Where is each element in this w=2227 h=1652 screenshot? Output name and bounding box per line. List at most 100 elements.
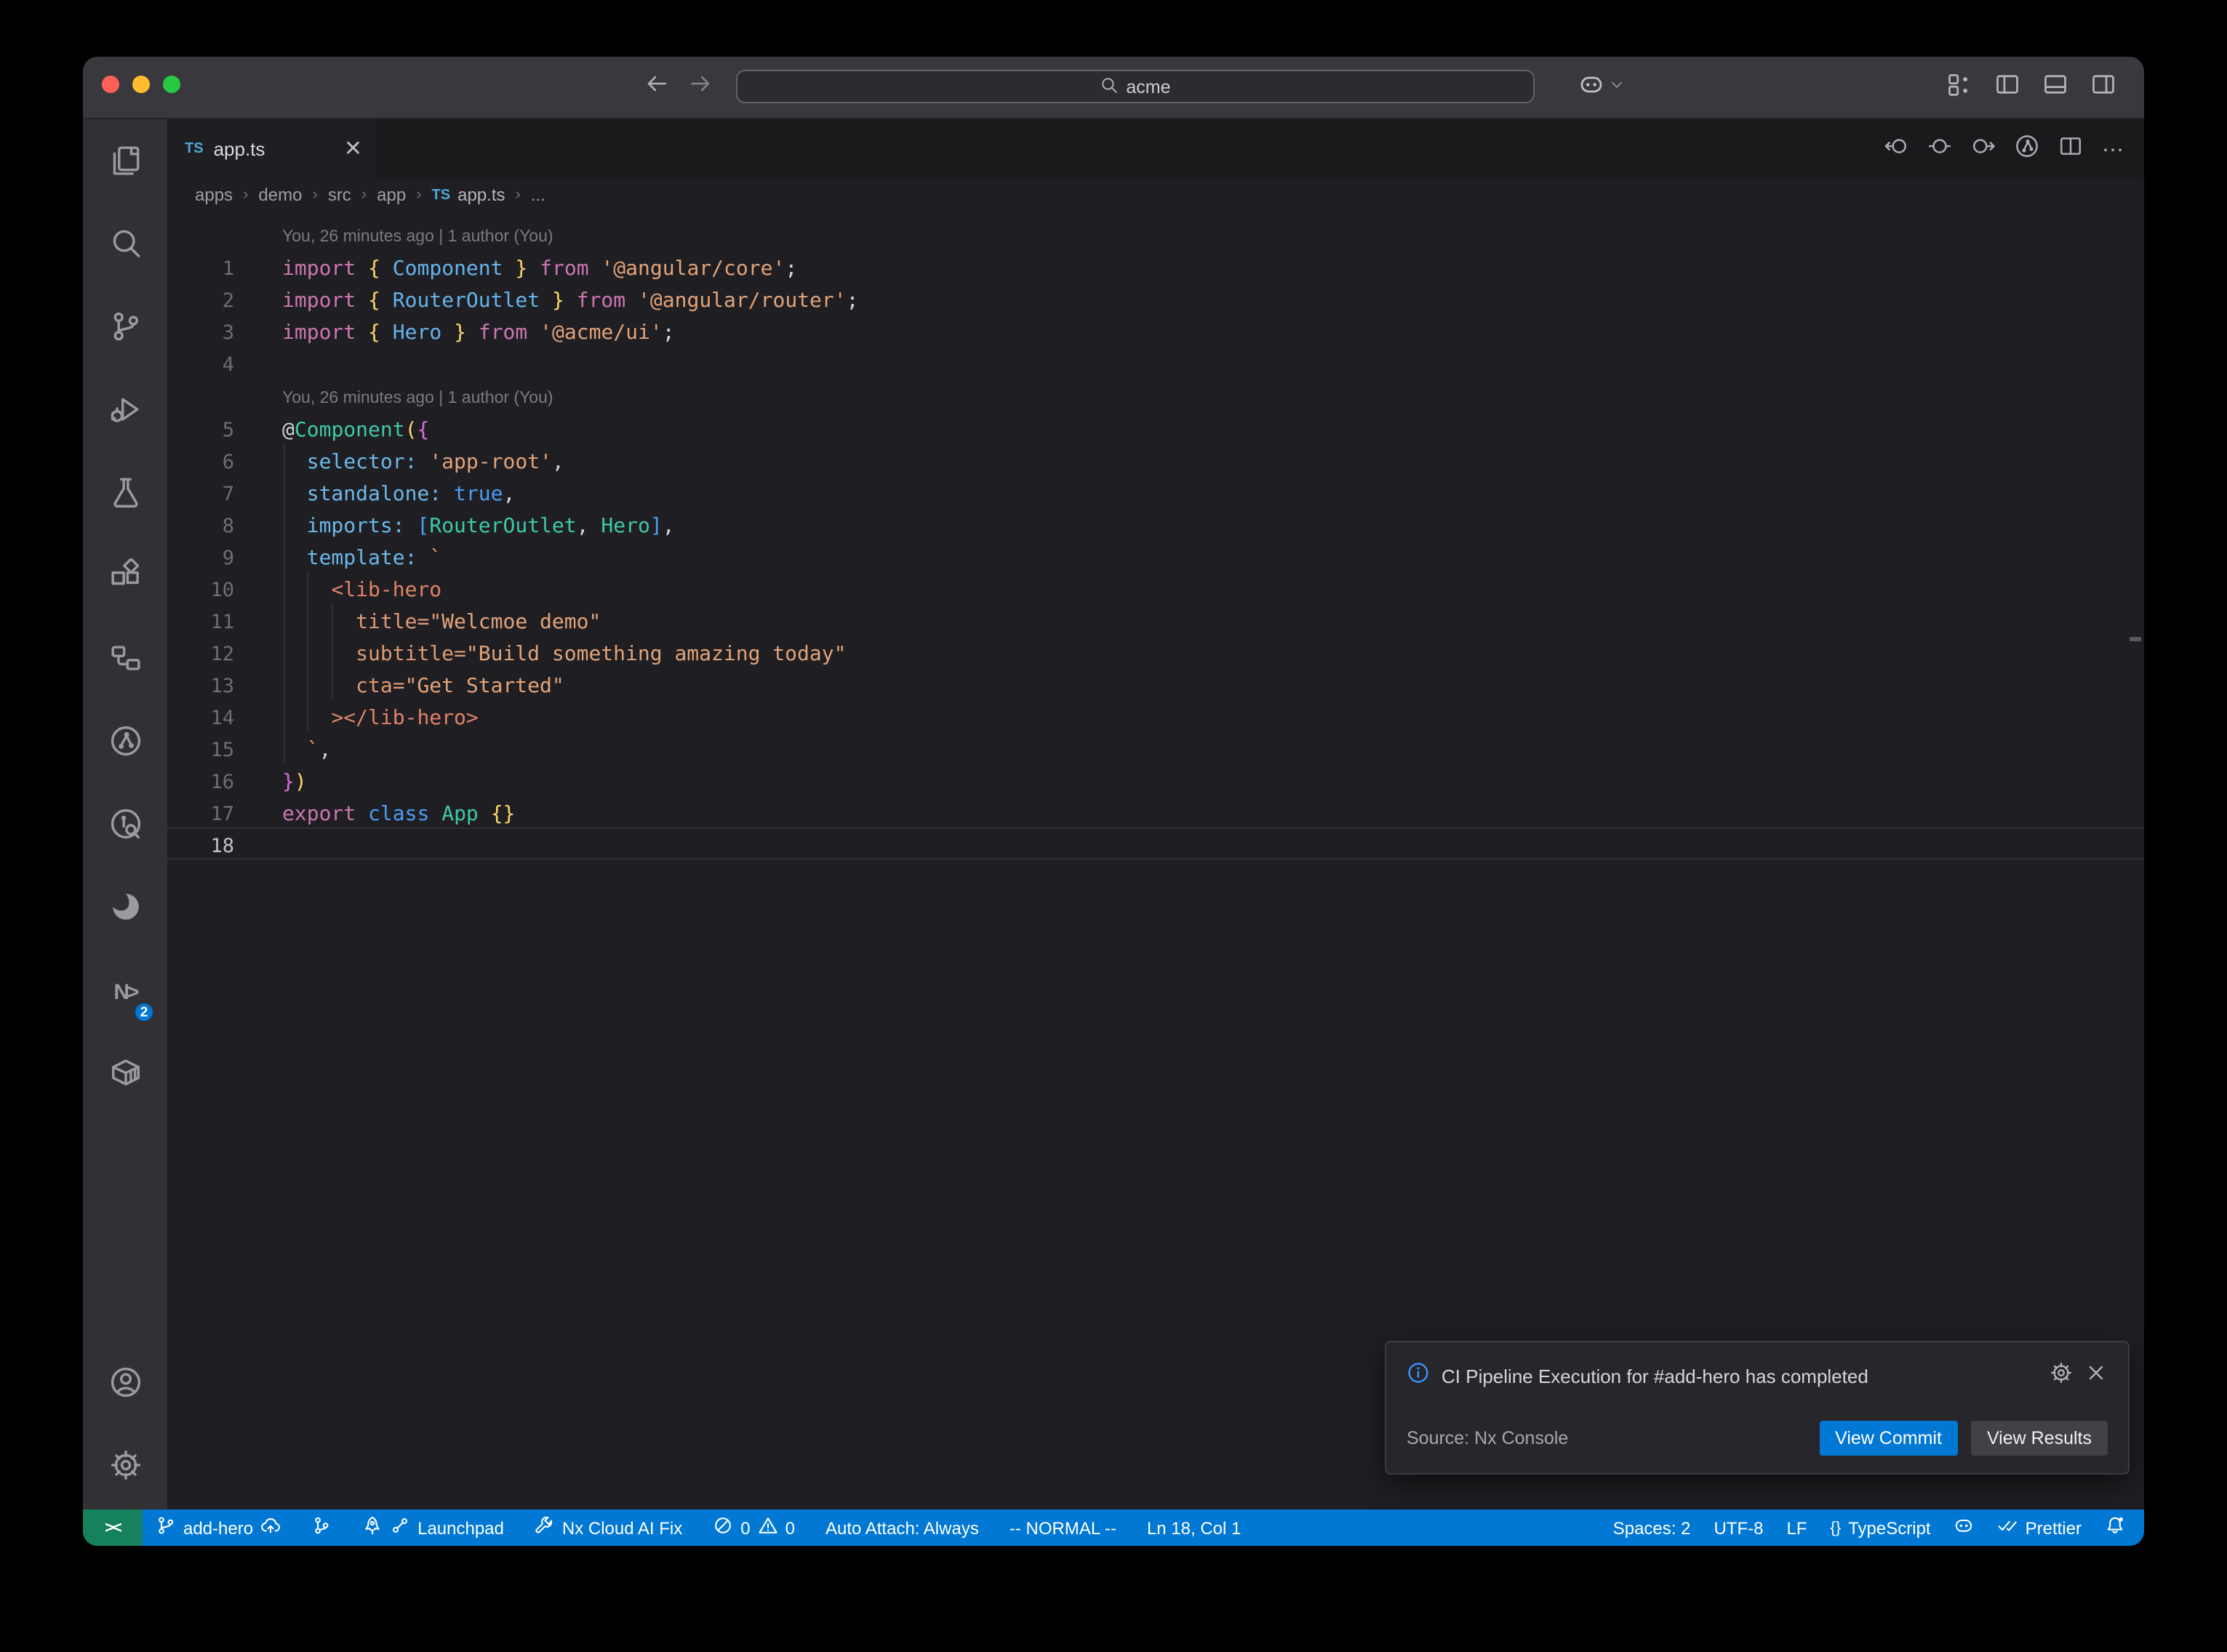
scm-graph-circle-icon[interactable]	[2015, 133, 2039, 165]
activity-item-testing[interactable]	[90, 454, 160, 537]
launchpad-status[interactable]: Launchpad	[362, 1515, 504, 1540]
run-forward-icon[interactable]	[1971, 133, 1996, 165]
activity-item-settings-gear[interactable]	[90, 1427, 160, 1509]
code-line-7: 7 standalone: true,	[167, 478, 2144, 510]
code-text: title="Welcmoe demo"	[234, 606, 601, 638]
status-label: TypeScript	[1848, 1517, 1930, 1538]
minimize-traffic-light[interactable]	[132, 76, 150, 93]
view-results-button[interactable]: View Results	[1971, 1421, 2108, 1456]
code-line-5: 5@Component({	[167, 414, 2144, 446]
nx-cloud-ai-fix-status[interactable]: Nx Cloud AI Fix	[535, 1515, 682, 1540]
split-editor-icon[interactable]	[2058, 133, 2083, 165]
toggle-sidebar-right-icon[interactable]	[2090, 71, 2116, 104]
encoding-status[interactable]: UTF-8	[1714, 1517, 1763, 1538]
toggle-panel-icon[interactable]	[2042, 71, 2068, 104]
commit-graph-status[interactable]	[311, 1515, 332, 1540]
breadcrumb-item-src[interactable]: src	[328, 185, 351, 205]
remote-indicator[interactable]: ><	[83, 1509, 143, 1546]
notification-toast: CI Pipeline Execution for #add-hero has …	[1385, 1341, 2130, 1475]
code-text: standalone: true,	[234, 478, 515, 510]
command-center-search[interactable]: acme	[736, 70, 1535, 103]
close-icon[interactable]	[2084, 1361, 2108, 1392]
prettier-status[interactable]: Prettier	[1998, 1515, 2082, 1540]
notifications-bell[interactable]	[2105, 1515, 2125, 1540]
activity-item-run-debug[interactable]	[90, 371, 160, 454]
close-icon[interactable]: ✕	[344, 138, 362, 160]
run-back-icon[interactable]	[1884, 133, 1908, 165]
cursor-position-status[interactable]: Ln 18, Col 1	[1147, 1517, 1241, 1538]
graph-search-icon	[108, 806, 142, 847]
breadcrumb-separator: ›	[361, 186, 367, 204]
language-status[interactable]: {} TypeScript	[1831, 1517, 1931, 1538]
activity-item-source-control[interactable]	[90, 288, 160, 371]
breadcrumb-item-app[interactable]: app	[377, 185, 406, 205]
arrow-left-icon[interactable]	[644, 71, 669, 103]
arrow-right-icon[interactable]	[688, 71, 713, 103]
line-number: 18	[167, 830, 234, 862]
activity-item-graph-search[interactable]	[90, 785, 160, 868]
line-number: 3	[167, 317, 234, 349]
vim-mode-status[interactable]: -- NORMAL --	[1009, 1517, 1116, 1538]
close-traffic-light[interactable]	[102, 76, 119, 93]
notification-source: Source: Nx Console	[1407, 1428, 1568, 1448]
breadcrumb-file[interactable]: TSapp.ts	[432, 185, 505, 205]
git-blame-annotation: You, 26 minutes ago | 1 author (You)	[167, 228, 553, 246]
breadcrumb-item-demo[interactable]: demo	[258, 185, 302, 205]
code-text: @Component({	[234, 414, 429, 446]
toggle-sidebar-left-icon[interactable]	[1994, 71, 2020, 104]
activity-item-container-tools[interactable]	[90, 1034, 160, 1117]
status-bar: >< add-hero Launchpad Nx Cloud AI Fix 00 Aut…	[83, 1509, 2144, 1546]
code-line-6: 6 selector: 'app-root',	[167, 446, 2144, 478]
status-label: -- NORMAL --	[1009, 1517, 1116, 1538]
search-icon	[1100, 75, 1119, 98]
line-number: 2	[167, 285, 234, 317]
status-label: Nx Cloud AI Fix	[562, 1517, 682, 1538]
breadcrumb-more[interactable]: ...	[531, 185, 545, 205]
code-line-1: 1import { Component } from '@angular/cor…	[167, 253, 2144, 285]
activity-item-project-details[interactable]	[90, 620, 160, 702]
activity-item-search-view[interactable]	[90, 205, 160, 288]
activity-item-nx-cloud[interactable]	[90, 868, 160, 951]
code-line-8: 8 imports: [RouterOutlet, Hero],	[167, 510, 2144, 542]
activity-item-nx-console[interactable]: N>2	[90, 951, 160, 1034]
view-commit-button[interactable]: View Commit	[1819, 1421, 1958, 1456]
gear-icon[interactable]	[2050, 1361, 2073, 1392]
code-line-15: 15 `,	[167, 734, 2144, 766]
copilot-menu[interactable]	[1578, 57, 1625, 118]
settings-gear-icon	[108, 1448, 142, 1488]
more-actions-icon[interactable]: ⋯	[2102, 136, 2125, 162]
code-text: subtitle="Build something amazing today"	[234, 638, 846, 670]
copilot-status[interactable]	[1954, 1515, 1975, 1540]
code-editor[interactable]: You, 26 minutes ago | 1 author (You) 1imp…	[167, 211, 2144, 1509]
code-line-10: 10 <lib-hero	[167, 574, 2144, 606]
project-details-icon	[108, 641, 142, 681]
activity-item-extensions[interactable]	[90, 537, 160, 620]
auto-attach-status[interactable]: Auto Attach: Always	[825, 1517, 979, 1538]
screenshot-canvas: acme N>2 TS app.ts	[0, 0, 2227, 1652]
line-number: 15	[167, 734, 234, 766]
code-text: imports: [RouterOutlet, Hero],	[234, 510, 675, 542]
nx-cloud-icon	[108, 889, 142, 930]
extensions-icon	[108, 558, 142, 598]
commit-graph-icon	[311, 1515, 332, 1540]
overview-ruler-mark	[2130, 637, 2141, 641]
eol-status[interactable]: LF	[1786, 1517, 1807, 1538]
run-current-icon[interactable]	[1927, 133, 1952, 165]
code-text: })	[234, 766, 307, 798]
braces-icon: {}	[1831, 1519, 1842, 1536]
breadcrumb-item-apps[interactable]: apps	[195, 185, 233, 205]
customize-layout-icon[interactable]	[1946, 71, 1972, 104]
bell-badge-icon	[2105, 1515, 2125, 1540]
editor-group: TS app.ts ✕ ⋯ apps›demo›src›app›TSapp.ts…	[167, 119, 2144, 1509]
activity-item-source-control-graph[interactable]	[90, 702, 160, 785]
activity-item-account[interactable]	[90, 1344, 160, 1427]
problems-status[interactable]: 00	[713, 1515, 795, 1540]
indentation-status[interactable]: Spaces: 2	[1613, 1517, 1691, 1538]
code-text: <lib-hero	[234, 574, 441, 606]
git-branch-status[interactable]: add-hero	[156, 1515, 281, 1540]
search-value: acme	[1126, 76, 1170, 97]
tab-app-ts[interactable]: TS app.ts ✕	[167, 119, 375, 179]
code-text: `,	[234, 734, 331, 766]
zoom-traffic-light[interactable]	[163, 76, 180, 93]
activity-item-explorer[interactable]	[90, 122, 160, 205]
